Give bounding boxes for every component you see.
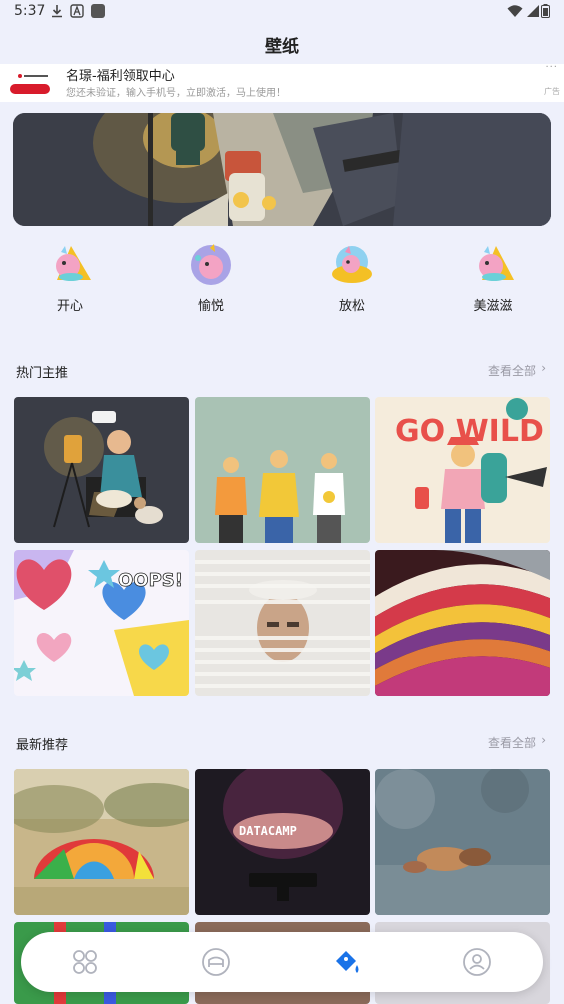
unicorn-happy-icon [56, 246, 91, 281]
hero-banner[interactable] [13, 113, 551, 226]
app-square-icon [91, 4, 105, 18]
nav-home[interactable] [70, 947, 100, 977]
oops-text: OOPS! [118, 570, 183, 591]
status-bar: 5:37 [0, 0, 564, 24]
mood-item-relax[interactable]: 放松 [307, 240, 397, 316]
latest-section-title: 最新推荐 [16, 738, 69, 753]
chevron-right-icon: › [541, 733, 546, 747]
font-icon [70, 4, 84, 18]
tile-colorful-stripes[interactable] [375, 550, 550, 696]
user-icon [463, 948, 491, 976]
unicorn-delight-icon [479, 246, 514, 281]
mood-label: 美滋滋 [473, 299, 513, 314]
ad-title: 名璟-福利领取中心 [66, 69, 175, 84]
download-icon [52, 5, 62, 18]
unicorn-joy-icon [191, 244, 231, 285]
ad-tag: 广告 [544, 87, 560, 96]
latest-see-all-link[interactable]: 查看全部 [488, 734, 536, 751]
mood-item-delight[interactable]: 美滋滋 [448, 240, 538, 316]
bottom-navigation [21, 932, 543, 992]
tile-camping-girl-dog[interactable] [14, 397, 189, 543]
ad-banner[interactable]: 名璟-福利领取中心 您还未验证，输入手机号，立即激活，马上使用！ ··· 广告 [0, 62, 564, 102]
hot-see-all-link[interactable]: 查看全部 [488, 362, 536, 379]
tile-go-wild-hiker[interactable]: GO WILD [375, 397, 550, 543]
grid-icon [73, 950, 97, 974]
tile-bokeh-pebbles[interactable] [375, 769, 550, 915]
wifi-icon [507, 5, 523, 17]
ad-more-icon[interactable]: ··· [545, 62, 558, 73]
page-title: 壁纸 [265, 37, 299, 57]
mood-item-joy[interactable]: 愉悦 [166, 240, 256, 316]
mood-item-happy[interactable]: 开心 [25, 240, 115, 316]
tile-hearts-oops[interactable]: OOPS! [14, 550, 189, 696]
nav-category[interactable] [201, 947, 231, 977]
tile-rainbow-umbrella[interactable] [14, 769, 189, 915]
ad-subtitle: 您还未验证，输入手机号，立即激活，马上使用！ [66, 88, 286, 99]
unicorn-relax-icon [332, 246, 372, 283]
chevron-right-icon: › [541, 361, 546, 375]
paint-bucket-icon [336, 951, 359, 973]
status-time: 5:37 [14, 3, 46, 19]
tile-three-friends[interactable] [195, 397, 370, 543]
mood-label: 开心 [56, 299, 83, 314]
hot-section-title: 热门主推 [16, 366, 69, 381]
nav-wallpaper[interactable] [332, 947, 362, 977]
tile-datacamp-hands[interactable]: DATACAMP [195, 769, 370, 915]
mood-label: 愉悦 [197, 299, 224, 314]
nav-profile[interactable] [462, 947, 492, 977]
tile-man-blinds[interactable] [195, 550, 370, 696]
hero-illustration [13, 113, 551, 226]
mood-row: 开心 愉悦 放松 美滋滋 [0, 240, 564, 320]
ad-logo [10, 70, 50, 96]
sofa-icon [202, 948, 230, 976]
datacamp-text: DATACAMP [239, 824, 297, 838]
battery-icon [541, 4, 550, 18]
signal-icon [527, 5, 539, 17]
mood-label: 放松 [338, 299, 365, 314]
